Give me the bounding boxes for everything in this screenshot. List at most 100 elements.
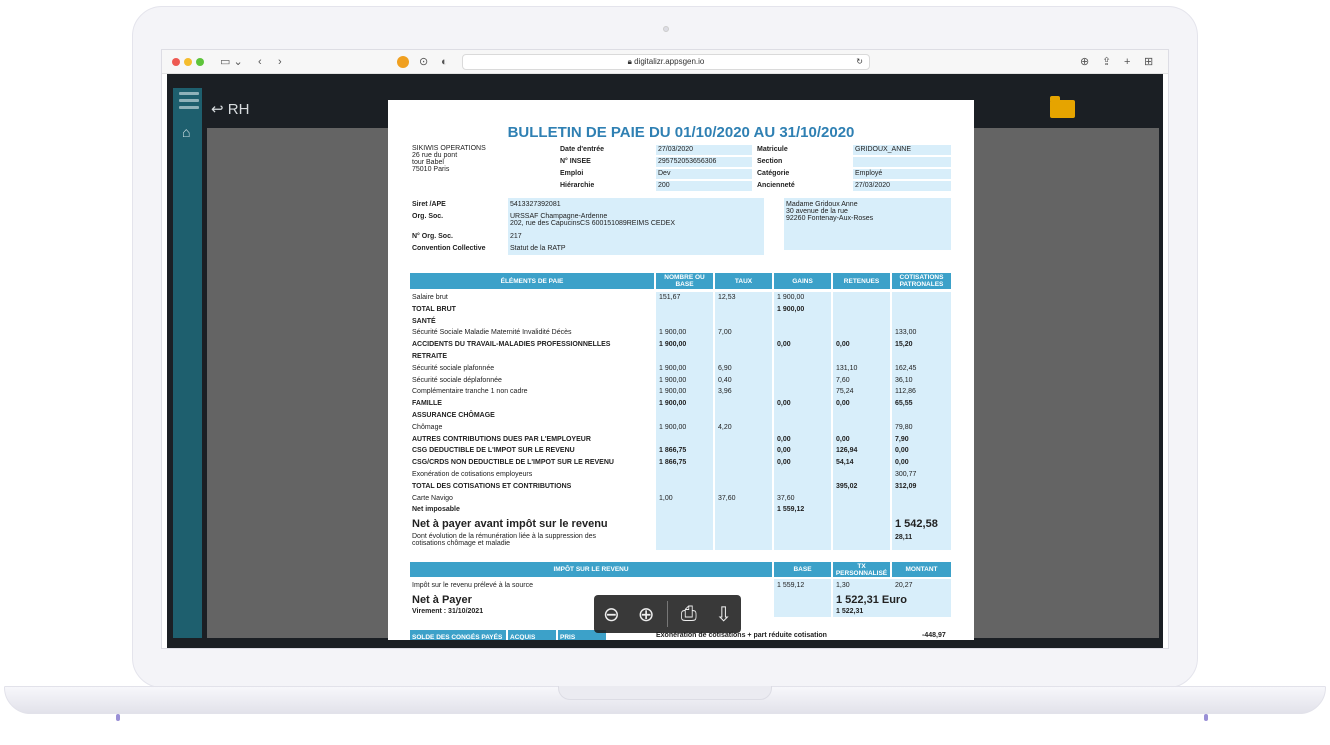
org-soc-label: Org. Soc. xyxy=(412,213,444,220)
new-tab-icon[interactable]: + xyxy=(1124,55,1130,69)
info-label: Date d'entrée xyxy=(560,146,605,153)
table-cell: 133,00 xyxy=(895,329,917,337)
reload-icon[interactable]: ↻ xyxy=(856,55,863,69)
table-cell: 0,00 xyxy=(836,435,850,443)
table-cell: 6,90 xyxy=(718,364,732,372)
back-button[interactable]: ↩︎ RH xyxy=(211,100,249,118)
tax-header: BASE xyxy=(774,562,831,577)
download-icon[interactable]: ⊕ xyxy=(1080,55,1089,69)
table-cell: 1 866,75 xyxy=(659,459,687,467)
table-cell: 0,00 xyxy=(895,459,909,467)
table-cell: 65,55 xyxy=(895,400,913,408)
back-arrow-icon: ↩︎ xyxy=(211,101,228,118)
evolution-value: 28,11 xyxy=(895,534,913,542)
info-value: 295752053656306 xyxy=(656,157,752,167)
bottom-row-label: Exonération de cotisations + part réduit… xyxy=(656,632,827,639)
forward-arrow-icon[interactable]: › xyxy=(278,55,282,69)
zoom-in-icon[interactable]: ⊕ xyxy=(632,602,660,627)
table-cell: 1 900,00 xyxy=(659,376,687,384)
table-cell: 0,00 xyxy=(777,435,791,443)
home-icon[interactable]: ⌂ xyxy=(182,124,190,140)
print-icon[interactable]: ⎙ xyxy=(675,603,703,626)
tax-header: IMPÔT SUR LE REVENU xyxy=(410,562,772,577)
toolbar-divider xyxy=(666,601,668,627)
org-soc-address: 202, rue des CapucinsCS 600151089REIMS C… xyxy=(510,220,675,227)
table-column xyxy=(833,292,890,551)
info-label: Emploi xyxy=(560,170,584,177)
info-label: Matricule xyxy=(757,146,788,153)
info-label: Catégorie xyxy=(757,170,790,177)
url-bar[interactable]: 🔒︎ digitalizr.appsgen.io ↻ xyxy=(462,54,870,70)
table-row-label: ASSURANCE CHÔMAGE xyxy=(412,412,495,419)
table-row-label: AUTRES CONTRIBUTIONS DUES PAR L'EMPLOYEU… xyxy=(412,435,591,443)
table-header: GAINS xyxy=(774,273,831,289)
tab-overview-icon[interactable]: ⊞ xyxy=(1144,55,1153,69)
extension-icon[interactable] xyxy=(397,56,409,68)
table-row-label: Sécurité sociale déplafonnée xyxy=(412,376,502,384)
table-cell: 1 559,12 xyxy=(777,506,805,514)
minimize-window-button[interactable] xyxy=(184,58,192,66)
table-cell: 151,67 xyxy=(659,294,681,301)
back-arrow-icon[interactable]: ‹ xyxy=(258,55,262,69)
table-row-label: Chômage xyxy=(412,423,443,431)
laptop-foot xyxy=(1204,714,1208,721)
table-row-label: Sécurité Sociale Maladie Maternité Inval… xyxy=(412,329,572,337)
tax-base: 1 559,12 xyxy=(777,582,805,589)
payslip-document: BULLETIN DE PAIE DU 01/10/2020 AU 31/10/… xyxy=(388,100,974,640)
net-to-pay-value: 1 522,31 Euro xyxy=(836,594,907,606)
sidebar-toggle-icon[interactable]: ▭ ⌄ xyxy=(220,55,243,69)
net-to-pay-label: Net à Payer xyxy=(412,594,472,606)
close-window-button[interactable] xyxy=(172,58,180,66)
laptop-notch xyxy=(558,686,772,700)
table-row-label: TOTAL BRUT xyxy=(412,305,456,313)
app: ⌂ ↩︎ RH BULLETIN DE PAIE DU 01/10/2020 A… xyxy=(167,74,1163,648)
transfer-value: 1 522,31 xyxy=(836,608,864,615)
table-cell: 131,10 xyxy=(836,364,858,372)
table-cell: 1,00 xyxy=(659,494,673,502)
share-icon[interactable]: ⇪ xyxy=(1102,55,1111,69)
download-icon[interactable]: ⇩ xyxy=(710,602,738,627)
table-cell: 4,20 xyxy=(718,423,732,431)
table-row-label: Sécurité sociale plafonnée xyxy=(412,364,495,372)
menu-icon[interactable] xyxy=(179,92,199,113)
laptop-foot xyxy=(116,714,120,721)
tax-rate: 1,30 xyxy=(836,582,850,589)
table-cell: 3,96 xyxy=(718,388,732,396)
folder-icon[interactable] xyxy=(1050,96,1075,118)
transfer-label: Virement : 31/10/2021 xyxy=(412,608,484,615)
table-cell: 0,00 xyxy=(836,400,850,408)
org-number-value: 217 xyxy=(510,233,522,240)
zoom-out-icon[interactable]: ⊖ xyxy=(597,602,625,627)
leave-header: ACQUIS xyxy=(508,630,556,640)
table-cell: 7,60 xyxy=(836,376,850,384)
info-value: Employé xyxy=(853,169,951,179)
tax-row-label: Impôt sur le revenu prélevé à la source xyxy=(412,582,534,589)
table-cell: 0,00 xyxy=(836,341,850,349)
payslip-title: BULLETIN DE PAIE DU 01/10/2020 AU 31/10/… xyxy=(507,124,855,141)
table-row-label: Complémentaire tranche 1 non cadre xyxy=(412,388,528,396)
table-cell: 112,86 xyxy=(895,388,916,396)
table-cell: 0,00 xyxy=(777,341,791,349)
net-before-tax-value: 1 542,58 xyxy=(895,518,938,531)
table-row-label: Carte Navigo xyxy=(412,494,453,502)
table-cell: 1 866,75 xyxy=(659,447,687,455)
table-cell: 0,00 xyxy=(777,400,791,408)
table-cell: 75,24 xyxy=(836,388,854,396)
table-cell: 162,45 xyxy=(895,364,917,372)
refresh-extension-icon[interactable]: ⊙ xyxy=(419,55,428,69)
table-cell: 15,20 xyxy=(895,341,913,349)
info-value: GRIDOUX_ANNE xyxy=(853,145,951,155)
table-cell: 1 900,00 xyxy=(659,329,687,337)
tax-header: TX PERSONNALISÉ xyxy=(833,562,890,577)
table-row-label: FAMILLE xyxy=(412,400,442,408)
table-cell: 0,00 xyxy=(895,447,909,455)
table-cell: 0,00 xyxy=(777,459,791,467)
zoom-toolbar: ⊖ ⊕ ⎙ ⇩ xyxy=(594,595,741,633)
net-before-tax-label: Net à payer avant impôt sur le revenu xyxy=(412,518,608,531)
shield-icon[interactable]: ◐ xyxy=(441,55,448,69)
table-row-label: CSG DEDUCTIBLE DE L'IMPOT SUR LE REVENU xyxy=(412,447,575,455)
maximize-window-button[interactable] xyxy=(196,58,204,66)
table-header: TAUX xyxy=(715,273,772,289)
table-row-label: Net imposable xyxy=(412,506,460,514)
table-cell: 312,09 xyxy=(895,482,917,490)
